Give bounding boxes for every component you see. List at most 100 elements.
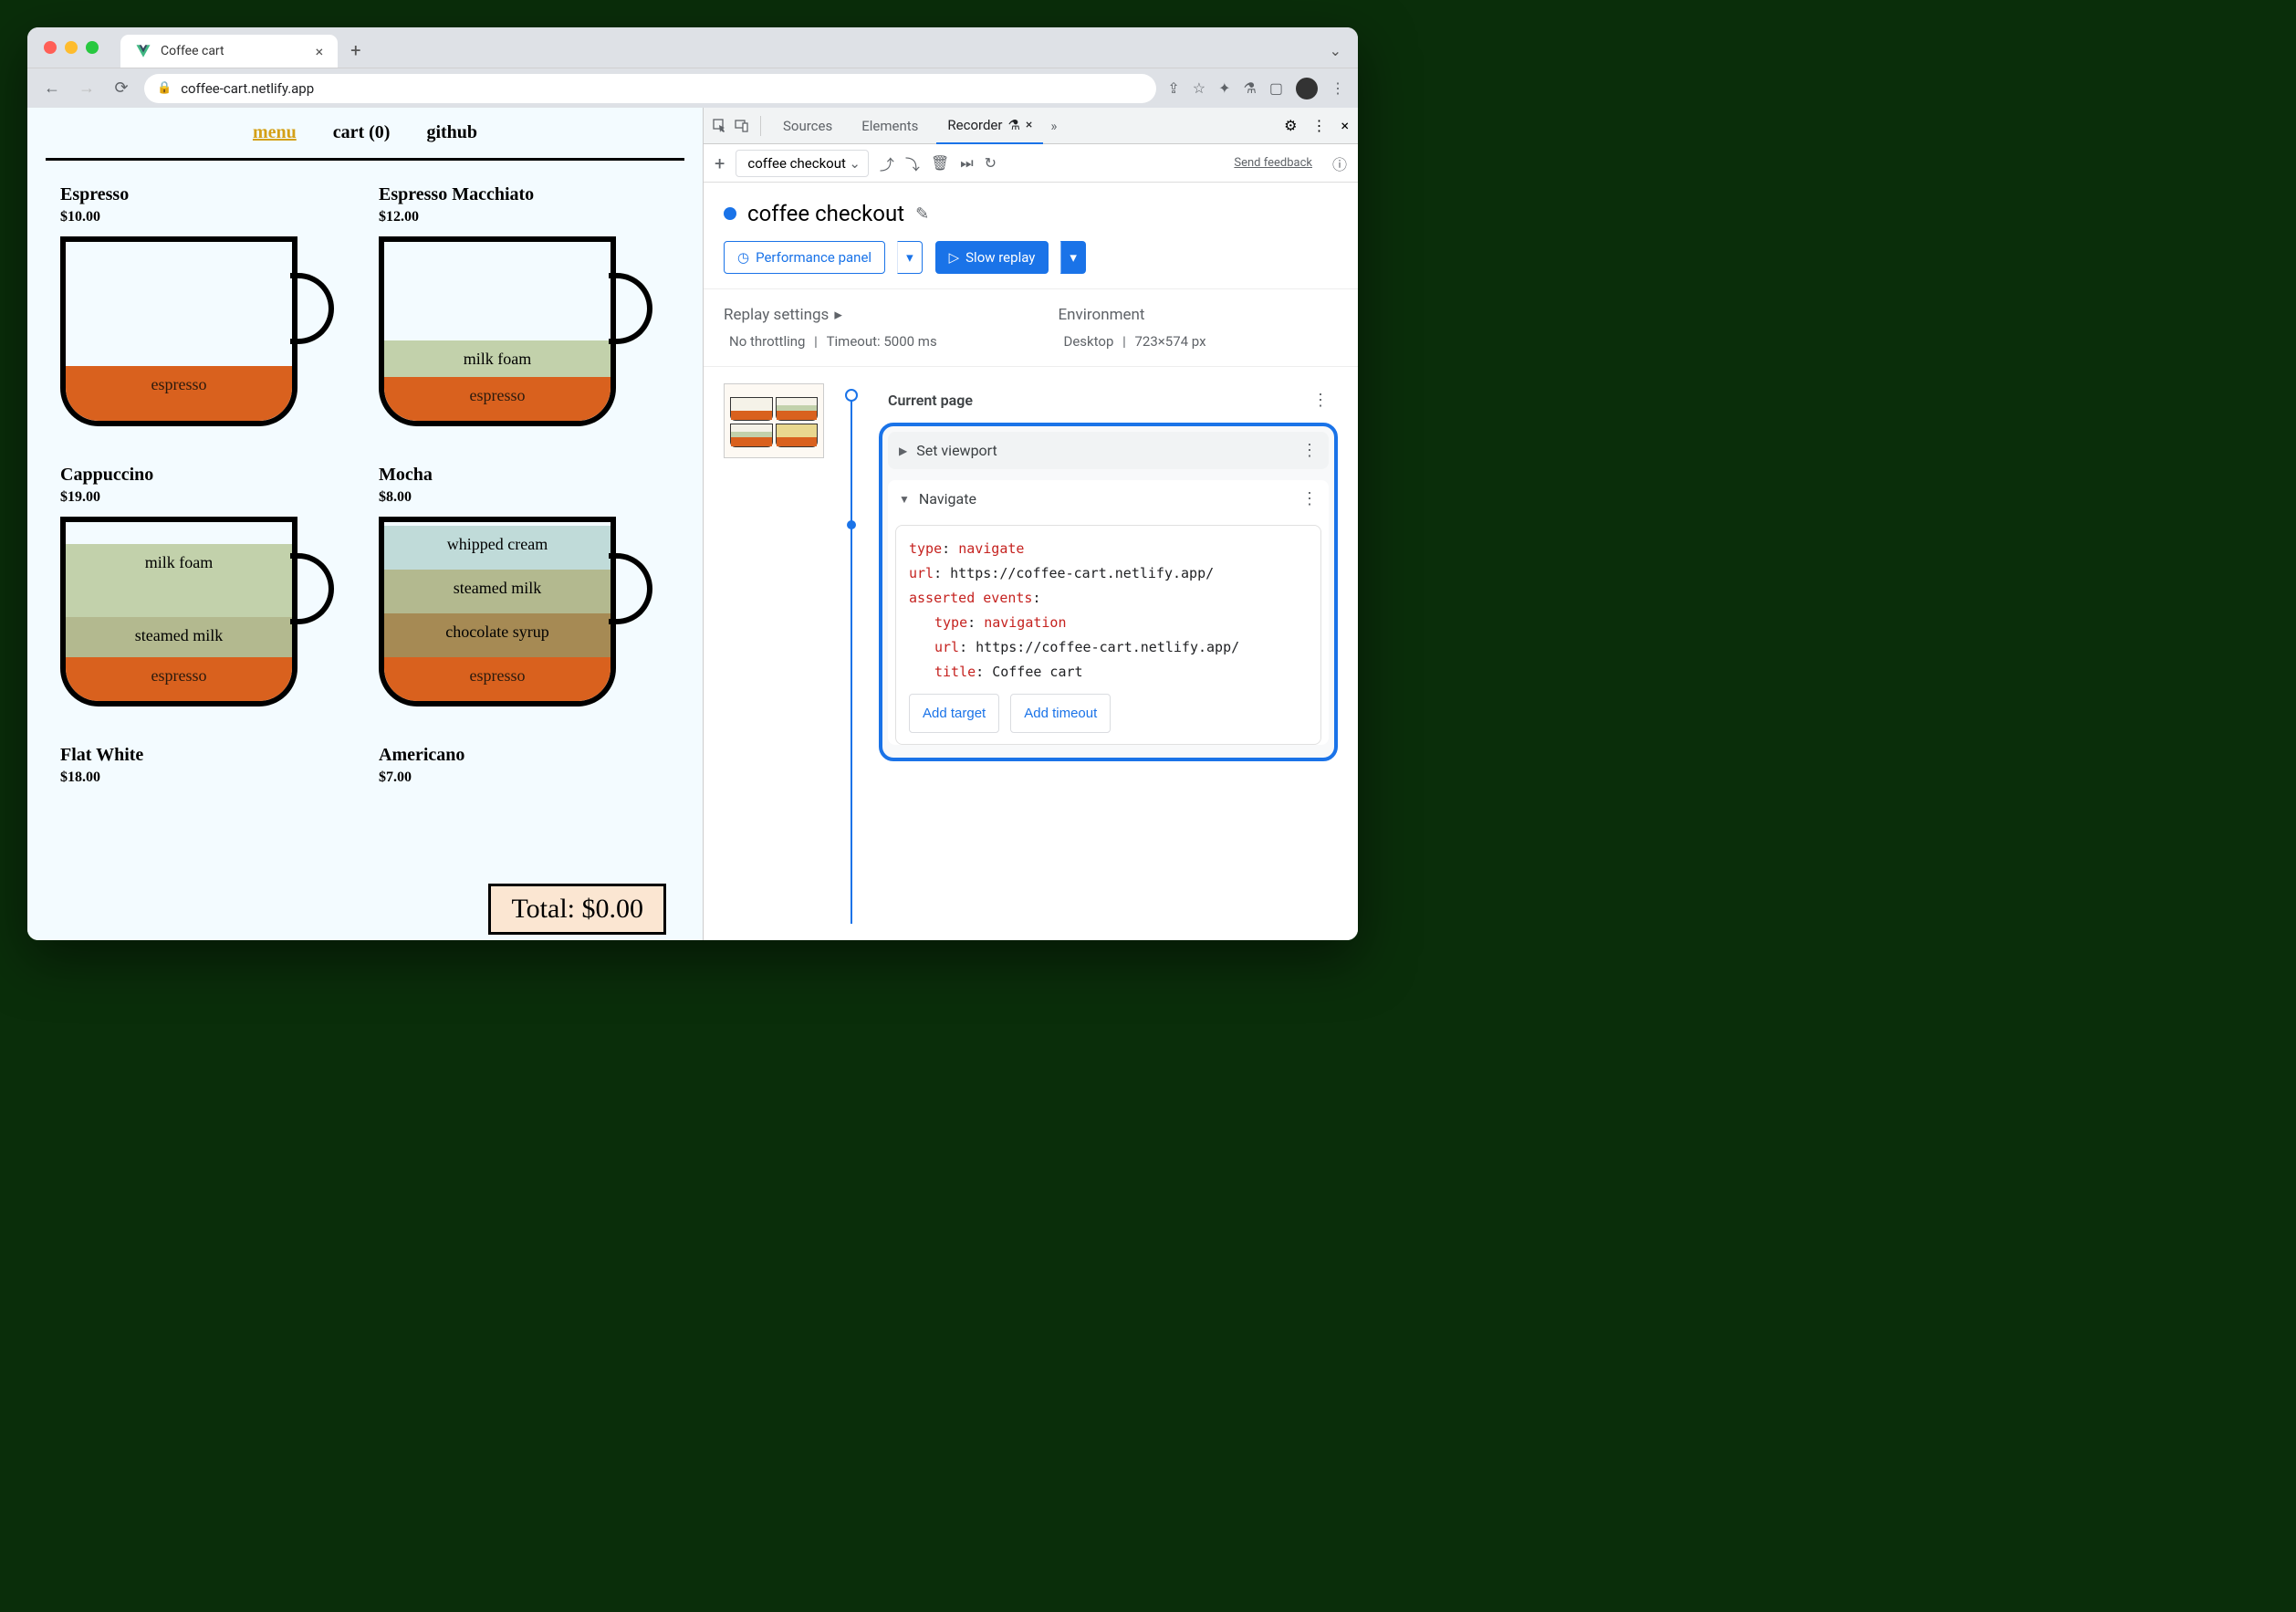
cart-total[interactable]: Total: $0.00 bbox=[488, 884, 666, 935]
labs-icon[interactable]: ⚗ bbox=[1244, 79, 1257, 97]
perf-dropdown[interactable]: ▾ bbox=[897, 241, 923, 274]
minimize-window[interactable] bbox=[65, 41, 78, 54]
product-price: $18.00 bbox=[60, 769, 351, 786]
kebab-icon[interactable]: ⋮ bbox=[1311, 117, 1326, 134]
nav-github[interactable]: github bbox=[426, 122, 477, 143]
page-nav: menu cart (0) github bbox=[46, 108, 684, 161]
coffee-cup: whipped creamsteamed milkchocolate syrup… bbox=[379, 517, 652, 717]
menu-item[interactable]: Flat White$18.00 bbox=[60, 745, 351, 786]
forward-icon[interactable]: → bbox=[75, 77, 99, 100]
close-devtools-icon[interactable]: × bbox=[1341, 117, 1349, 134]
recording-title: coffee checkout bbox=[747, 201, 904, 226]
web-page: menu cart (0) github Espresso$10.00espre… bbox=[27, 108, 703, 940]
tab-elements[interactable]: Elements bbox=[851, 108, 929, 144]
vue-icon bbox=[135, 43, 151, 59]
step-menu-icon[interactable]: ⋮ bbox=[1301, 441, 1318, 460]
back-icon[interactable]: ← bbox=[40, 77, 64, 100]
extensions-icon[interactable]: ✦ bbox=[1218, 79, 1230, 97]
product-price: $10.00 bbox=[60, 209, 351, 225]
replay-settings[interactable]: Replay settings▸ No throttling | Timeout… bbox=[724, 306, 1004, 350]
replay-settings-values: No throttling | Timeout: 5000 ms bbox=[724, 333, 1004, 350]
browser-window: Coffee cart × + ⌄ ← → ⟳ 🔒 coffee-cart.ne… bbox=[27, 27, 1358, 940]
product-name: Cappuccino bbox=[60, 465, 351, 486]
replay-dropdown[interactable]: ▾ bbox=[1060, 241, 1086, 274]
cup-layer: steamed milk bbox=[66, 617, 292, 657]
chevron-right-icon: ▶ bbox=[899, 445, 907, 457]
recording-actions: ◷ Performance panel ▾ ▷ Slow replay ▾ bbox=[724, 241, 1338, 274]
tab-sources[interactable]: Sources bbox=[772, 108, 843, 144]
panel-icon[interactable]: ▢ bbox=[1269, 79, 1283, 97]
cup-layer: espresso bbox=[384, 657, 611, 701]
new-tab-icon[interactable]: + bbox=[350, 39, 360, 61]
nav-menu[interactable]: menu bbox=[253, 122, 297, 143]
edit-title-icon[interactable]: ✎ bbox=[915, 204, 929, 224]
product-name: Espresso Macchiato bbox=[379, 184, 670, 205]
inspect-icon[interactable] bbox=[713, 119, 727, 133]
star-icon[interactable]: ☆ bbox=[1193, 79, 1205, 97]
close-tab-icon[interactable]: × bbox=[316, 43, 324, 60]
menu-item[interactable]: Espresso Macchiato$12.00milk foamespress… bbox=[379, 184, 670, 437]
cup-layer: espresso bbox=[384, 377, 611, 421]
recording-header: coffee checkout ✎ ◷ Performance panel ▾ … bbox=[704, 183, 1358, 288]
close-panel-icon[interactable]: × bbox=[1026, 118, 1032, 132]
send-feedback-link[interactable]: Send feedback bbox=[1234, 156, 1312, 170]
menu-icon[interactable]: ⋮ bbox=[1331, 79, 1345, 97]
play-icon: ▷ bbox=[949, 249, 960, 266]
product-name: Mocha bbox=[379, 465, 670, 486]
new-recording-icon[interactable]: + bbox=[715, 152, 725, 174]
import-icon[interactable]: ⤵ bbox=[905, 152, 920, 174]
help-icon[interactable]: ⓘ bbox=[1332, 152, 1347, 174]
traffic-lights bbox=[44, 41, 99, 54]
step-menu-icon[interactable]: ⋮ bbox=[1312, 391, 1329, 410]
step-set-viewport[interactable]: ▶ Set viewport ⋮ bbox=[888, 432, 1329, 469]
menu-item[interactable]: Mocha $8.00 whipped creamsteamed milkchoco… bbox=[379, 465, 670, 717]
share-icon[interactable]: ⇪ bbox=[1167, 79, 1179, 97]
step-card: ▶ Set viewport ⋮ ▼ Navigate ⋮ bbox=[879, 423, 1338, 761]
device-icon[interactable] bbox=[735, 119, 749, 133]
menu-item[interactable]: Cappuccino$19.00milk foamsteamed milkesp… bbox=[60, 465, 351, 717]
product-price: $12.00 bbox=[379, 209, 670, 225]
page-thumbnail[interactable] bbox=[724, 383, 824, 458]
browser-tab[interactable]: Coffee cart × bbox=[120, 35, 338, 68]
step-navigate-label: Navigate bbox=[919, 490, 976, 508]
close-window[interactable] bbox=[44, 41, 57, 54]
profile-avatar[interactable] bbox=[1296, 78, 1318, 99]
environment-header: Environment bbox=[1059, 306, 1339, 324]
step-menu-icon[interactable]: ⋮ bbox=[1301, 489, 1318, 508]
slow-replay-button[interactable]: ▷ Slow replay bbox=[935, 241, 1049, 274]
recording-select[interactable]: coffee checkout bbox=[736, 150, 869, 177]
menu-item[interactable]: Americano$7.00 bbox=[379, 745, 670, 786]
performance-panel-button[interactable]: ◷ Performance panel bbox=[724, 241, 885, 274]
cup-layer: espresso bbox=[66, 657, 292, 701]
nav-cart[interactable]: cart (0) bbox=[333, 122, 391, 143]
step-current-page[interactable]: Current page ⋮ bbox=[879, 383, 1338, 417]
settings-icon[interactable]: ⚙ bbox=[1284, 117, 1297, 134]
reload-icon[interactable]: ⟳ bbox=[110, 77, 133, 100]
step-icon[interactable]: ⏭ bbox=[960, 154, 973, 173]
more-tabs-icon[interactable]: » bbox=[1050, 118, 1057, 134]
replay-label: Slow replay bbox=[965, 249, 1035, 266]
maximize-window[interactable] bbox=[86, 41, 99, 54]
tab-list-icon[interactable]: ⌄ bbox=[1330, 42, 1341, 59]
browser-toolbar: ← → ⟳ 🔒 coffee-cart.netlify.app ⇪ ☆ ✦ ⚗ … bbox=[27, 68, 1358, 108]
cup-layer: milk foam bbox=[66, 544, 292, 617]
step-navigate[interactable]: ▼ Navigate ⋮ bbox=[888, 480, 1329, 518]
product-price: $8.00 bbox=[379, 489, 670, 506]
titlebar: Coffee cart × + ⌄ bbox=[27, 27, 1358, 68]
add-target-button[interactable]: Add target bbox=[909, 694, 999, 733]
tab-recorder[interactable]: Recorder ⚗ × bbox=[936, 108, 1043, 144]
tab-recorder-label: Recorder bbox=[947, 117, 1002, 133]
perf-label: Performance panel bbox=[756, 249, 871, 266]
cup-layer: espresso bbox=[66, 366, 292, 421]
step-viewport-label: Set viewport bbox=[916, 442, 997, 459]
recording-dot-icon bbox=[724, 207, 736, 220]
menu-item[interactable]: Espresso$10.00espresso bbox=[60, 184, 351, 437]
delete-icon[interactable]: 🗑 bbox=[931, 154, 949, 172]
address-bar[interactable]: 🔒 coffee-cart.netlify.app bbox=[144, 74, 1156, 103]
loop-icon[interactable]: ↻ bbox=[985, 154, 997, 172]
devtools-tabs: Sources Elements Recorder ⚗ × » ⚙ ⋮ × bbox=[704, 108, 1358, 144]
export-icon[interactable]: ⤴ bbox=[880, 152, 894, 174]
cup-layer: steamed milk bbox=[384, 570, 611, 613]
devtools-panel: Sources Elements Recorder ⚗ × » ⚙ ⋮ × + … bbox=[703, 108, 1358, 940]
add-timeout-button[interactable]: Add timeout bbox=[1010, 694, 1111, 733]
